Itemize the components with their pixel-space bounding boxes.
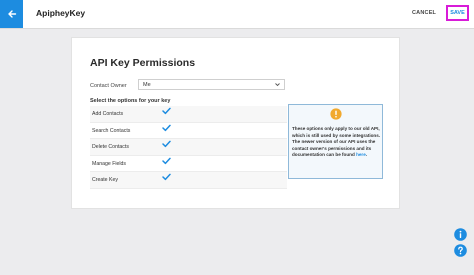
permission-label: Delete Contacts <box>92 144 129 150</box>
permission-label: Add Contacts <box>92 111 124 117</box>
permission-row-delete-contacts[interactable]: Delete Contacts <box>90 139 287 156</box>
info-icon[interactable] <box>454 228 467 241</box>
checkmark-icon[interactable] <box>162 173 171 181</box>
permission-row-add-contacts[interactable]: Add Contacts <box>90 106 287 123</box>
permission-label: Search Contacts <box>92 127 131 134</box>
contact-owner-value: Me <box>143 82 151 88</box>
checkmark-icon[interactable] <box>162 157 171 165</box>
legacy-api-info-box: These options only apply to our old API,… <box>288 104 383 179</box>
cancel-button[interactable]: CANCEL <box>412 10 436 16</box>
permissions-list: Add Contacts Search Contacts Delete Cont… <box>90 106 287 189</box>
checkmark-icon[interactable] <box>162 140 171 148</box>
info-text: These options only apply to our old API,… <box>292 126 381 159</box>
options-title: Select the options for your key <box>90 98 171 104</box>
info-end: . <box>365 152 368 158</box>
checkmark-icon[interactable] <box>162 107 171 115</box>
chevron-down-icon <box>275 83 280 87</box>
page-title: ApipheyKey <box>36 8 86 18</box>
top-bar: ApipheyKey CANCEL SAVE <box>0 0 474 29</box>
question-icon[interactable] <box>454 244 467 257</box>
checkmark-icon[interactable] <box>162 124 171 132</box>
contact-owner-label: Contact Owner <box>90 83 127 89</box>
permission-label: Manage Fields <box>92 160 127 167</box>
help-icons <box>454 228 467 260</box>
permission-label: Create Key <box>92 177 118 183</box>
api-key-permissions-card: API Key Permissions Contact Owner Me Sel… <box>71 37 400 209</box>
documentation-link[interactable]: here <box>356 152 366 157</box>
arrow-left-icon <box>7 10 16 18</box>
permission-row-create-key[interactable]: Create Key <box>90 172 287 189</box>
permission-row-search-contacts[interactable]: Search Contacts <box>90 122 287 139</box>
permission-row-manage-fields[interactable]: Manage Fields <box>90 155 287 172</box>
section-heading: API Key Permissions <box>90 57 196 69</box>
back-button[interactable] <box>0 0 23 28</box>
exclamation-icon <box>330 108 342 120</box>
contact-owner-select[interactable]: Me <box>138 79 285 90</box>
save-button[interactable]: SAVE <box>446 5 469 21</box>
